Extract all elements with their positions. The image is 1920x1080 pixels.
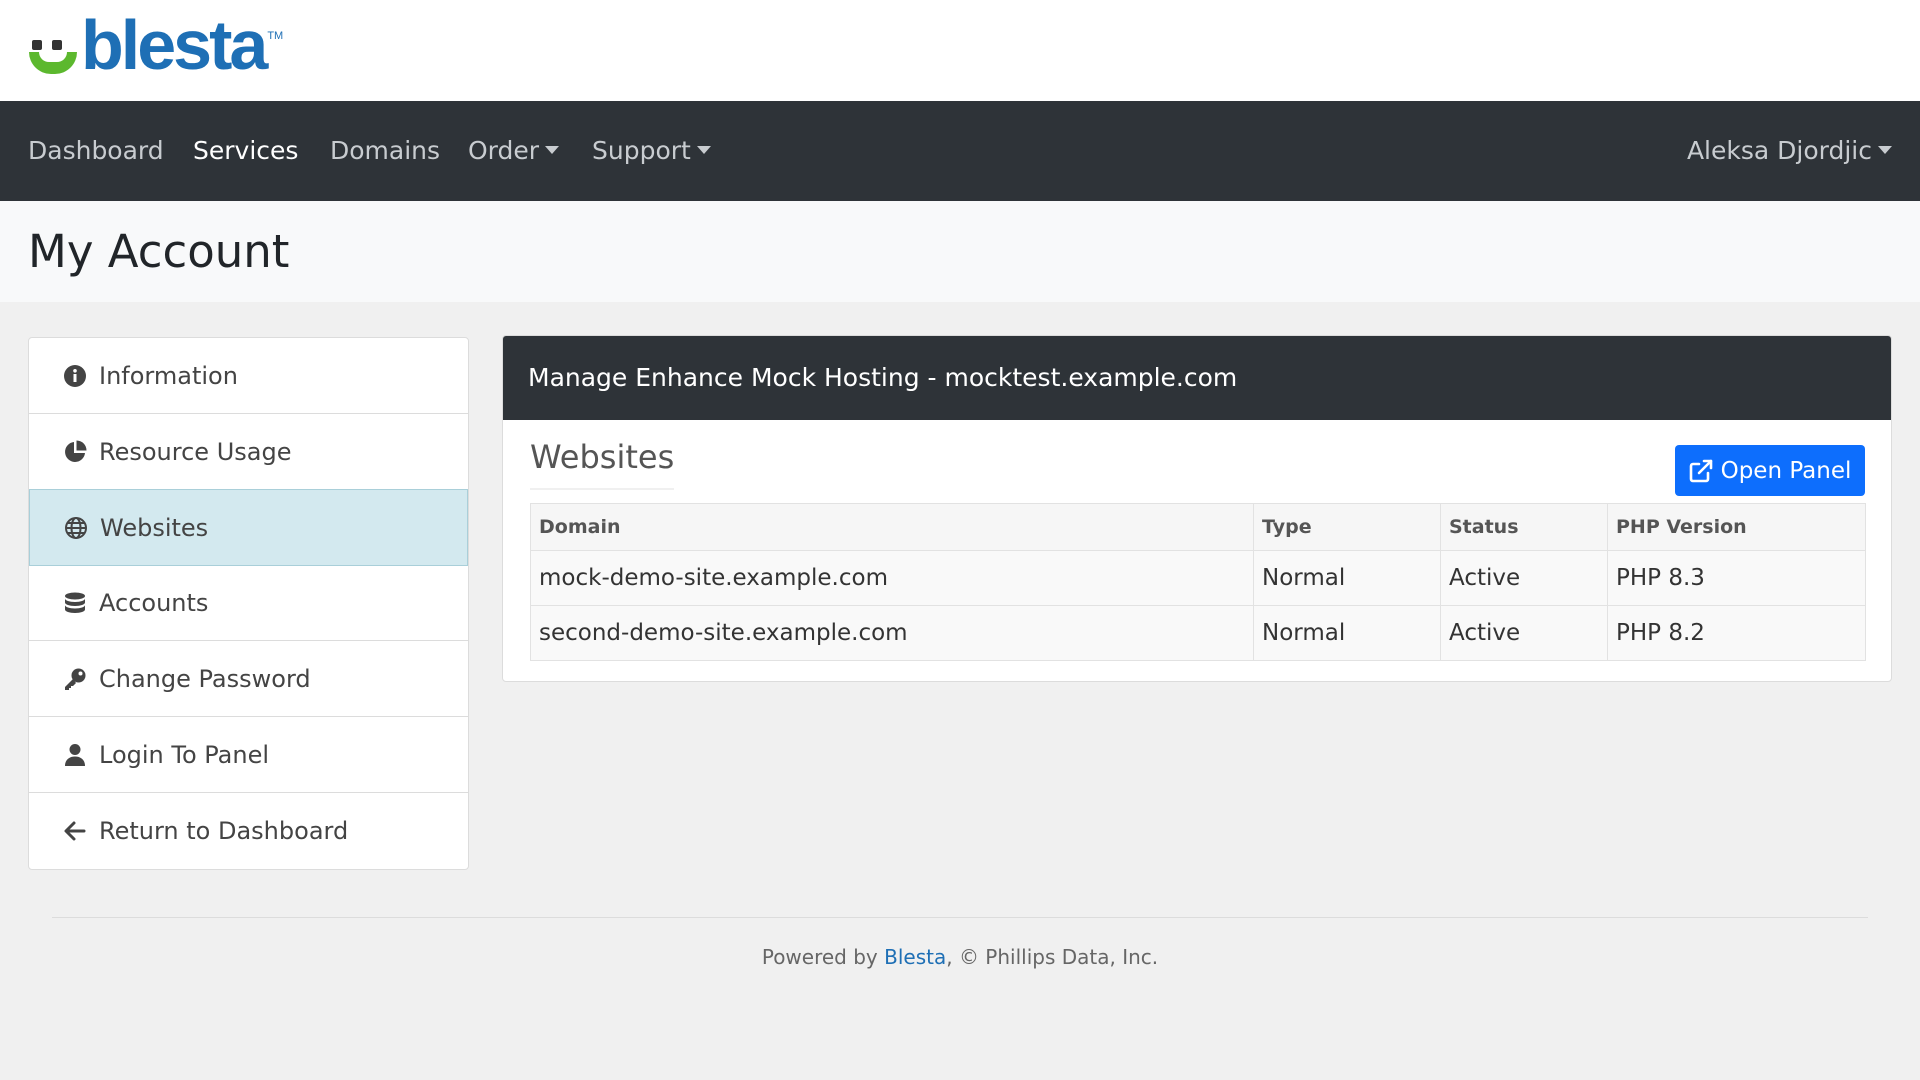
cell-type: Normal [1253,605,1441,661]
table-header-row: Domain Type Status PHP Version [530,503,1866,551]
sidebar-item-label: Login To Panel [99,740,270,769]
nav-services[interactable]: Services [193,101,298,201]
page-title-bar: My Account [0,201,1920,302]
sidebar-item-label: Accounts [99,588,209,617]
user-menu[interactable]: Aleksa Djordjic [1687,101,1892,201]
nav-support-label: Support [592,136,691,165]
table-row[interactable]: mock-demo-site.example.com Normal Active… [530,550,1866,606]
footer-blesta-link[interactable]: Blesta [884,945,946,969]
cell-php-version: PHP 8.2 [1607,605,1866,661]
nav-support[interactable]: Support [592,101,711,201]
nav-dashboard[interactable]: Dashboard [28,101,164,201]
pie-chart-icon [63,440,87,464]
nav-order-label: Order [468,136,540,165]
chevron-down-icon [1878,146,1892,154]
sidebar-item-change-password[interactable]: Change Password [29,641,468,717]
manage-service-panel: Manage Enhance Mock Hosting - mocktest.e… [502,335,1892,682]
smile-logo-icon [27,14,79,76]
sidebar-item-label: Change Password [99,664,311,693]
panel-heading: Manage Enhance Mock Hosting - mocktest.e… [503,336,1891,420]
blesta-logo[interactable]: blesta TM [27,6,284,84]
globe-icon [64,516,88,540]
main-navbar: Dashboard Services Domains Order Support… [0,101,1920,201]
footer-prefix: Powered by [761,945,885,969]
page-title: My Account [28,225,290,278]
logo-text: blesta [81,6,268,84]
external-link-icon [1689,459,1712,482]
sidebar-item-resource-usage[interactable]: Resource Usage [29,414,468,490]
user-icon [63,743,87,767]
column-header-type[interactable]: Type [1253,503,1441,551]
footer-divider [52,917,1868,918]
cell-status: Active [1440,605,1608,661]
sidebar-item-label: Websites [100,513,209,542]
footer-suffix: , © Phillips Data, Inc. [946,945,1159,969]
cell-domain: mock-demo-site.example.com [530,550,1254,606]
logo-trademark: TM [267,30,284,42]
sidebar-item-label: Information [99,361,238,390]
database-icon [63,591,87,615]
sidebar-item-return-to-dashboard[interactable]: Return to Dashboard [29,793,468,869]
sidebar-item-websites[interactable]: Websites [29,489,468,566]
column-header-status[interactable]: Status [1440,503,1608,551]
user-name: Aleksa Djordjic [1686,136,1872,165]
nav-domains[interactable]: Domains [330,101,440,201]
info-circle-icon [63,364,87,388]
key-icon [63,667,87,691]
table-row[interactable]: second-demo-site.example.com Normal Acti… [530,605,1866,661]
sidebar-item-accounts[interactable]: Accounts [29,565,468,641]
websites-table: Domain Type Status PHP Version mock-demo… [530,503,1866,661]
cell-php-version: PHP 8.3 [1607,550,1866,606]
column-header-php-version[interactable]: PHP Version [1607,503,1866,551]
footer: Powered by Blesta, © Phillips Data, Inc. [0,945,1920,969]
sidebar-item-information[interactable]: Information [29,338,468,414]
sidebar-item-label: Resource Usage [99,437,292,466]
open-panel-label: Open Panel [1720,457,1852,484]
chevron-down-icon [545,146,560,154]
chevron-down-icon [696,146,711,154]
sidebar-item-label: Return to Dashboard [99,817,349,845]
account-sidebar: Information Resource Usage Websites Acco… [28,337,469,870]
cell-type: Normal [1253,550,1441,606]
site-header: blesta TM [0,0,1920,101]
cell-status: Active [1440,550,1608,606]
open-panel-button[interactable]: Open Panel [1675,445,1865,496]
section-title: Websites [530,438,675,490]
sidebar-item-login-to-panel[interactable]: Login To Panel [29,717,468,793]
cell-domain: second-demo-site.example.com [530,605,1254,661]
column-header-domain[interactable]: Domain [530,503,1254,551]
arrow-left-icon [63,819,87,843]
nav-order[interactable]: Order [468,101,560,201]
